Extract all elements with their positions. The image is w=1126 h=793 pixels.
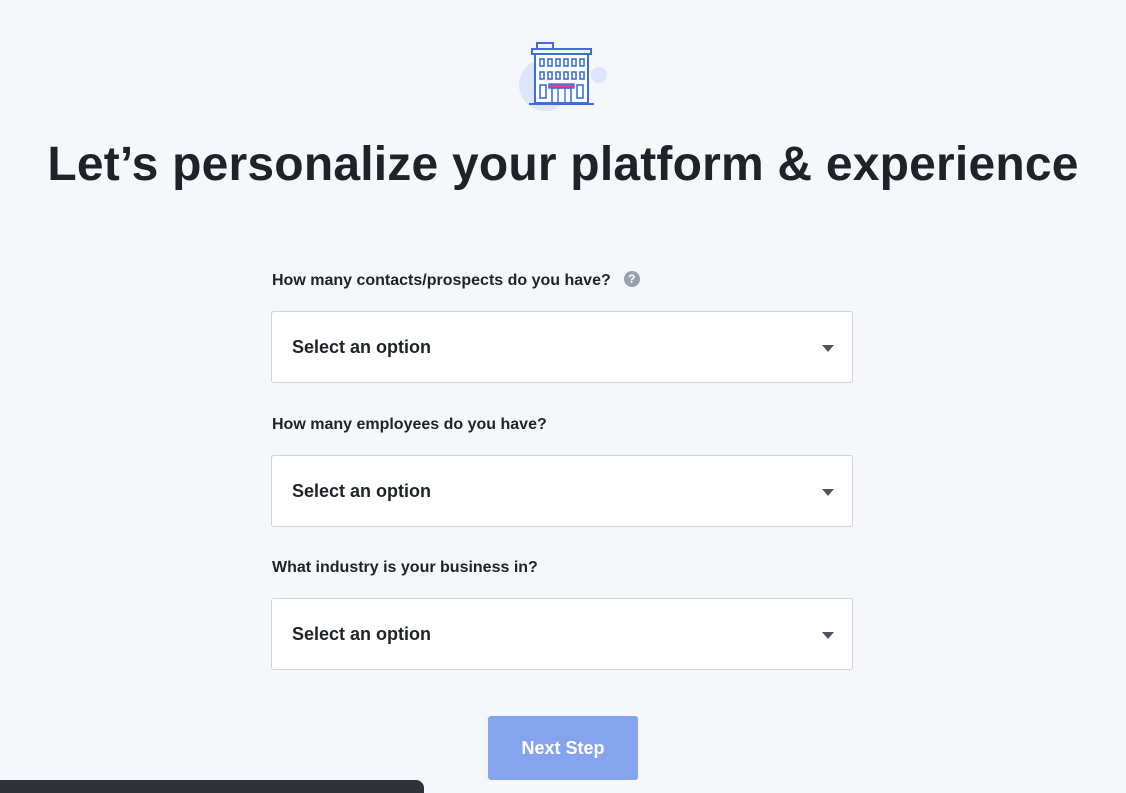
contacts-select-value: Select an option [292, 336, 432, 357]
bottom-toolbar [0, 780, 424, 793]
employees-question-text: How many employees do you have? [272, 416, 547, 433]
contacts-select[interactable]: Select an option [271, 311, 853, 383]
employees-question-label: How many employees do you have? [272, 414, 547, 436]
office-building-icon [519, 42, 607, 111]
onboarding-page: Let’s personalize your platform & experi… [0, 0, 1126, 793]
industry-select-value: Select an option [292, 623, 432, 644]
chevron-down-icon [822, 632, 834, 639]
industry-question-text: What industry is your business in? [272, 559, 538, 576]
employees-select[interactable]: Select an option [271, 455, 853, 527]
industry-question-label: What industry is your business in? [272, 557, 538, 579]
contacts-question-text: How many contacts/prospects do you have? [272, 272, 611, 289]
chevron-down-icon [822, 489, 834, 496]
next-step-button[interactable]: Next Step [488, 716, 638, 780]
contacts-question-label: How many contacts/prospects do you have?… [272, 270, 640, 292]
chevron-down-icon [822, 345, 834, 352]
employees-select-value: Select an option [292, 480, 432, 501]
industry-select[interactable]: Select an option [271, 598, 853, 670]
page-title: Let’s personalize your platform & experi… [47, 138, 1079, 191]
help-icon[interactable]: ? [623, 271, 640, 287]
